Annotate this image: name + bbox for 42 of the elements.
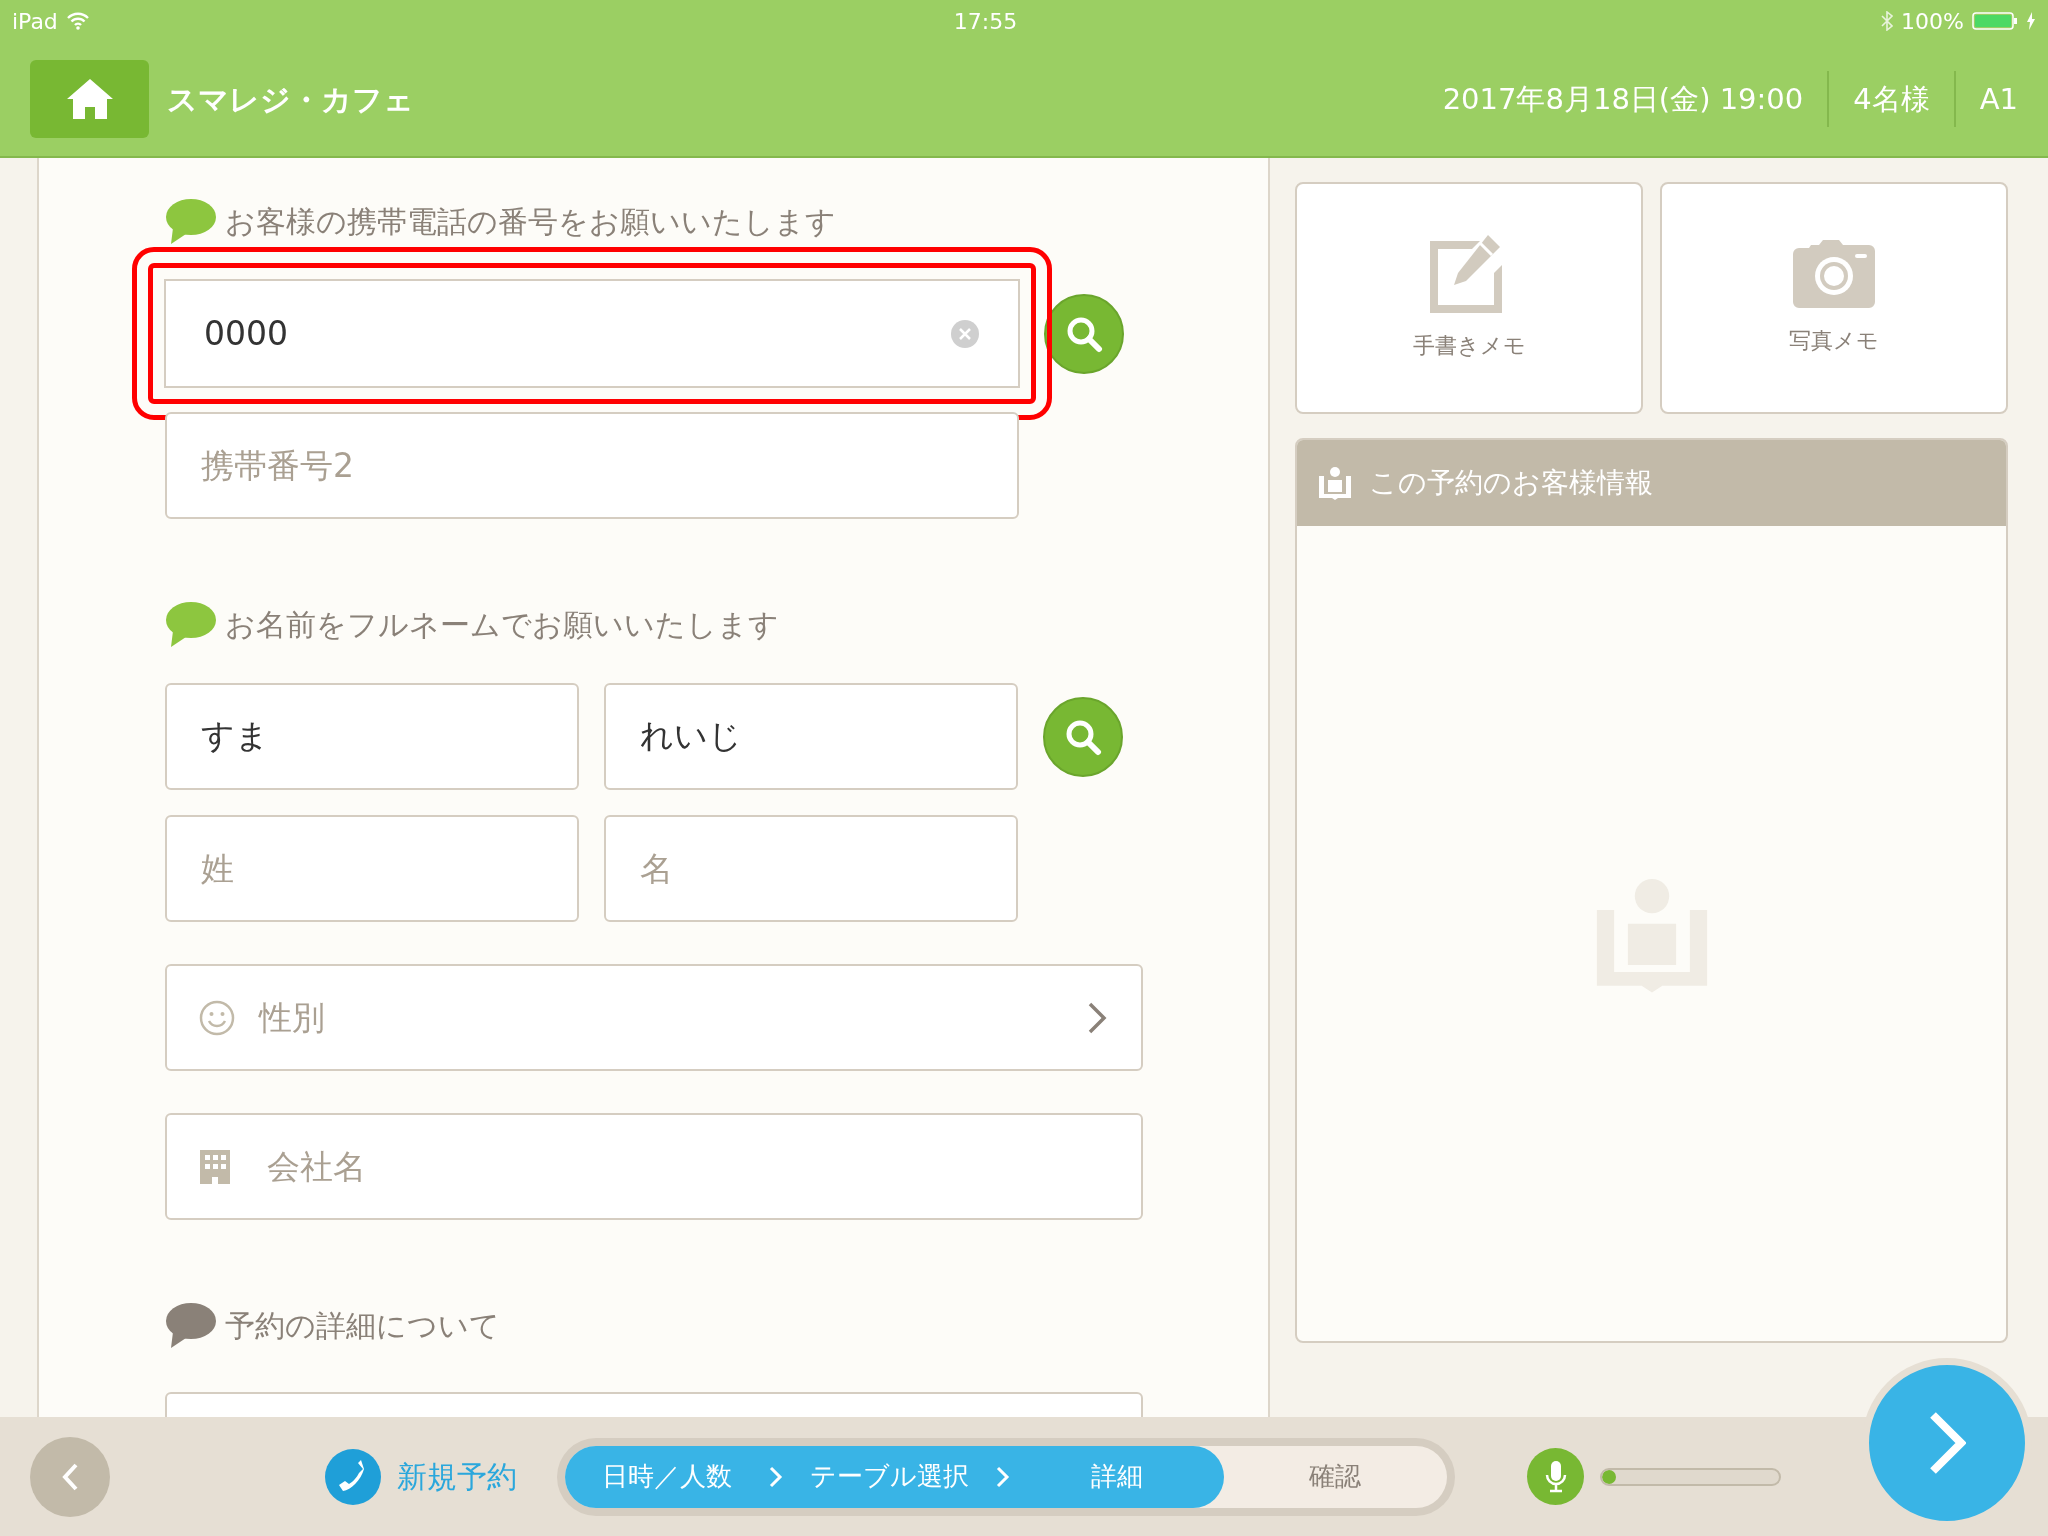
- chevron-right-icon: [768, 1465, 783, 1488]
- handwriting-memo-button[interactable]: 手書きメモ: [1295, 182, 1643, 414]
- smiley-icon: [199, 999, 235, 1036]
- clear-icon[interactable]: [951, 319, 979, 348]
- input-field[interactable]: 名: [604, 815, 1018, 922]
- microphone-icon: [1544, 1459, 1567, 1494]
- photo-memo-button[interactable]: 写真メモ: [1660, 182, 2008, 414]
- phone-icon: [325, 1448, 381, 1505]
- charging-icon: [2026, 12, 2036, 30]
- progress-step: 日時／人数: [565, 1445, 769, 1508]
- progress-step: テーブル選択: [782, 1445, 997, 1508]
- table-number: A1: [1953, 71, 2018, 127]
- person-book-icon: [1317, 466, 1353, 500]
- battery-percent: 100%: [1901, 7, 1964, 36]
- home-button[interactable]: [30, 60, 149, 138]
- input-field[interactable]: れいじ: [604, 683, 1018, 790]
- chevron-right-icon: [1928, 1411, 1966, 1475]
- wifi-icon: [65, 12, 90, 30]
- microphone-button[interactable]: [1527, 1448, 1584, 1505]
- chevron-left-icon: [61, 1461, 79, 1492]
- section-heading: お客様の携帯電話の番号をお願いいたします: [225, 202, 836, 241]
- camera-icon: [1793, 239, 1875, 308]
- input-field[interactable]: 姓: [165, 815, 579, 922]
- progress-step: 詳細: [1010, 1445, 1224, 1508]
- status-time: 17:55: [953, 8, 1018, 34]
- panel-title: この予約のお客様情報: [1369, 465, 1653, 501]
- party-size: 4名様: [1827, 71, 1954, 127]
- section-heading: 予約の詳細について: [225, 1306, 500, 1345]
- progress-step: 確認: [1223, 1445, 1447, 1508]
- device-name: iPad: [12, 7, 58, 36]
- input-field[interactable]: 携帯番号2: [165, 412, 1019, 519]
- chevron-right-icon: [996, 1465, 1011, 1488]
- input-field[interactable]: 会社名: [165, 1113, 1143, 1220]
- reservation-datetime: 2017年8月18日(金) 19:00: [1441, 81, 1805, 118]
- new-reservation-label: 新規予約: [397, 1458, 517, 1496]
- battery-icon: [1972, 11, 2018, 31]
- chevron-right-icon: [1087, 1001, 1107, 1034]
- section-heading: お名前をフルネームでお願いいたします: [225, 605, 779, 644]
- bluetooth-icon: [1881, 11, 1894, 31]
- building-icon: [199, 1148, 231, 1185]
- input-field[interactable]: すま: [165, 683, 579, 790]
- store-name: スマレジ・カフェ: [167, 80, 414, 119]
